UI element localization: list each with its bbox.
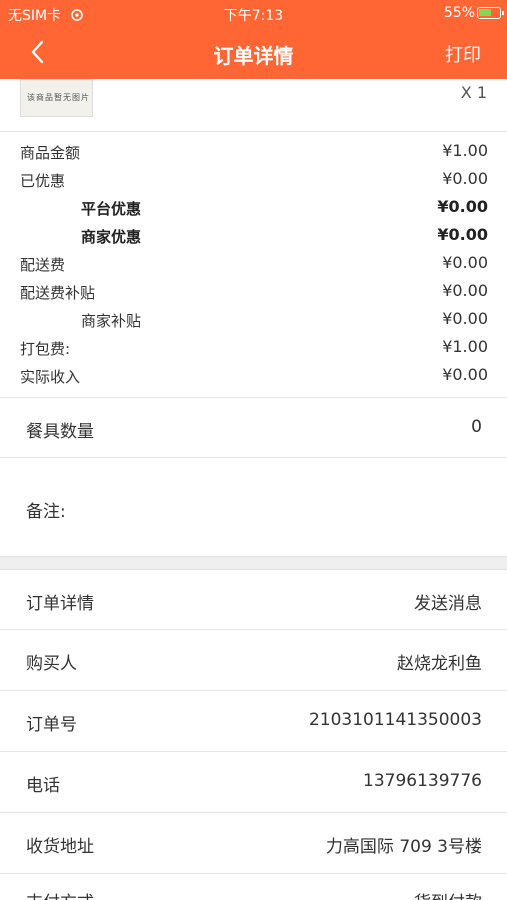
- detail-row-payment: 支付方式 货到付款: [0, 874, 507, 900]
- tableware-label: 餐具数量: [26, 422, 94, 442]
- fee-row-delivery-subsidy: 配送费补贴 ¥0.00: [0, 277, 507, 305]
- app-header: 无SIM卡 下午7:13 55% 订单详情 打印: [0, 0, 507, 79]
- detail-label: 电话: [26, 776, 60, 796]
- fee-row-platform-discount: 平台优惠 ¥0.00: [0, 193, 507, 221]
- fee-row-merchant-discount: 商家优惠 ¥0.00: [0, 221, 507, 249]
- detail-label: 收货地址: [26, 837, 94, 857]
- fee-label: 配送费补贴: [20, 284, 96, 302]
- fee-label: 打包费:: [20, 340, 71, 358]
- fee-row-merchant-subsidy: 商家补贴 ¥0.00: [0, 305, 507, 333]
- detail-label: 购买人: [26, 654, 77, 674]
- fee-row-packing: 打包费: ¥1.00: [0, 333, 507, 361]
- fee-label: 商家优惠: [81, 228, 142, 246]
- fee-label: 实际收入: [20, 368, 81, 386]
- fee-value: ¥0.00: [442, 309, 488, 328]
- send-message-button[interactable]: 发送消息: [414, 589, 482, 614]
- fee-label: 商家补贴: [81, 312, 142, 330]
- remark-row: 备注:: [0, 458, 507, 556]
- thumbnail-text: 该商品暂无图片: [27, 93, 90, 102]
- product-quantity: X 1: [460, 83, 487, 102]
- section-gap: [0, 556, 507, 570]
- detail-row-order-details: 订单详情 发送消息: [0, 571, 507, 630]
- fee-label: 商品金额: [20, 144, 81, 162]
- battery-percent: 55%: [443, 5, 475, 21]
- product-row: 该商品暂无图片 X 1: [0, 79, 507, 132]
- print-button[interactable]: 打印: [445, 41, 481, 67]
- detail-row-order-number: 订单号 2103101141350003: [0, 691, 507, 751]
- tableware-value: 0: [471, 417, 482, 437]
- status-bar: 无SIM卡 下午7:13 55%: [0, 0, 507, 28]
- detail-label: 订单详情: [26, 594, 94, 614]
- detail-value: 力高国际 709 3号楼: [325, 837, 482, 857]
- fee-row-goods-amount: 商品金额 ¥1.00: [0, 137, 507, 165]
- tableware-row: 餐具数量 0: [0, 398, 507, 458]
- detail-value: 2103101141350003: [308, 710, 482, 730]
- fee-value: ¥0.00: [442, 365, 488, 384]
- fee-row-discounted: 已优惠 ¥0.00: [0, 165, 507, 193]
- detail-row-buyer: 购买人 赵烧龙利鱼: [0, 630, 507, 690]
- product-thumbnail: 该商品暂无图片: [20, 79, 93, 117]
- fee-label: 配送费: [20, 256, 66, 274]
- remark-label: 备注:: [26, 502, 66, 522]
- fee-row-delivery: 配送费 ¥0.00: [0, 249, 507, 277]
- fee-label: 平台优惠: [81, 200, 142, 218]
- page-title: 订单详情: [213, 44, 294, 68]
- detail-label: 支付方式: [26, 888, 94, 900]
- phone-link[interactable]: 13796139776: [363, 771, 482, 791]
- detail-label: 订单号: [26, 715, 77, 735]
- fee-value: ¥0.00: [442, 281, 488, 300]
- detail-row-address: 收货地址 力高国际 709 3号楼: [0, 813, 507, 873]
- fee-value: ¥0.00: [442, 253, 488, 272]
- fee-value: ¥1.00: [442, 337, 488, 356]
- fee-label: 已优惠: [20, 172, 66, 190]
- battery-charging-icon: [477, 7, 504, 19]
- detail-value: 赵烧龙利鱼: [397, 654, 482, 674]
- status-time: 下午7:13: [223, 8, 284, 24]
- fee-value: ¥0.00: [437, 197, 488, 216]
- fee-value: ¥1.00: [442, 141, 488, 160]
- fee-value: ¥0.00: [442, 169, 488, 188]
- fee-row-actual-income: 实际收入 ¥0.00: [0, 361, 507, 389]
- detail-value: 货到付款: [414, 888, 482, 900]
- detail-row-phone: 电话 13796139776: [0, 752, 507, 812]
- fee-value: ¥0.00: [437, 225, 488, 244]
